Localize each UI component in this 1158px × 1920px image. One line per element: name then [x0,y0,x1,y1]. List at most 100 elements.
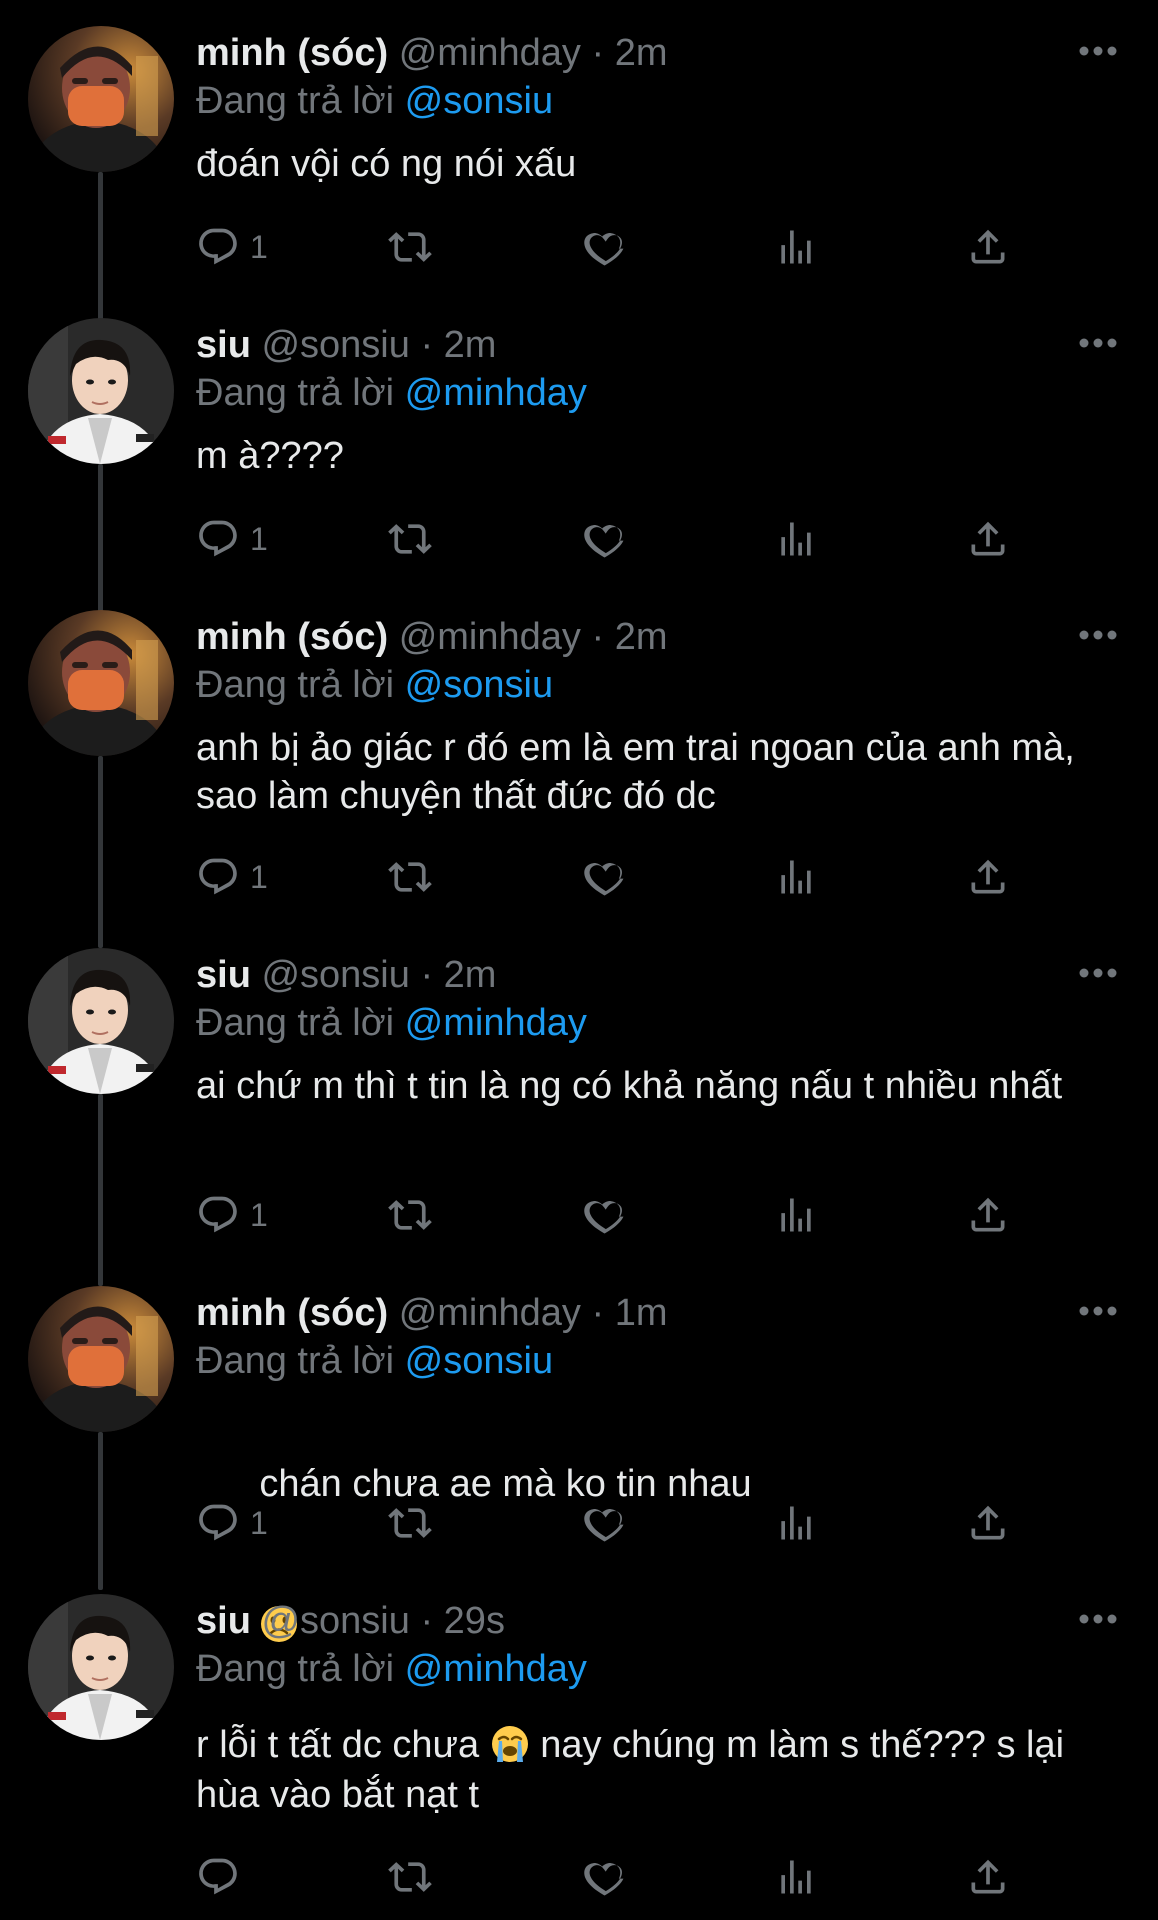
reply-button[interactable]: 1 [196,222,268,272]
share-button[interactable] [966,222,1010,272]
mention-link[interactable]: @minhday [405,1648,587,1690]
like-button[interactable] [582,1498,626,1548]
tweet-header: minh (sóc) @minhday · 2m [196,30,667,76]
tweet[interactable]: siu @sonsiu · 2m Đang trả lời @minhday m… [0,292,1158,584]
share-button[interactable] [966,514,1010,564]
like-button[interactable] [582,514,626,564]
display-name[interactable]: minh (sóc) [196,32,388,74]
siu-avatar-image [28,1594,174,1740]
reply-count: 1 [250,520,268,557]
retweet-button[interactable] [388,1498,432,1548]
retweet-icon [388,1508,432,1538]
views-button[interactable] [774,852,818,902]
retweet-button[interactable] [388,852,432,902]
mention-link[interactable]: @sonsiu [405,80,553,122]
retweet-icon [388,524,432,554]
reply-button[interactable] [196,1852,250,1902]
timestamp[interactable]: 2m [615,616,668,658]
mention-link[interactable]: @sonsiu [405,664,553,706]
more-options-icon[interactable] [1078,966,1118,980]
share-icon [971,1197,1005,1232]
replying-to: Đang trả lời @sonsiu [196,662,553,708]
like-button[interactable] [582,222,626,272]
timestamp[interactable]: 1m [615,1292,668,1334]
views-button[interactable] [774,514,818,564]
user-handle[interactable]: @sonsiu [261,324,409,366]
reply-count: 1 [250,228,268,265]
like-button[interactable] [582,1190,626,1240]
user-handle[interactable]: @minhday [399,1292,581,1334]
timestamp[interactable]: 2m [615,32,668,74]
reply-icon [199,858,237,895]
replying-to: Đang trả lời @sonsiu [196,1338,553,1384]
tweet-header: siu @sonsiu · 29s [196,1598,505,1644]
tweet[interactable]: minh (sóc) @minhday · 2m Đang trả lời @s… [0,584,1158,922]
replying-to-label: Đang trả lời [196,1648,395,1690]
more-options-icon[interactable] [1078,628,1118,642]
display-name[interactable]: siu [196,324,251,366]
timestamp[interactable]: 29s [444,1600,505,1642]
reply-icon [199,1196,237,1233]
tweet[interactable]: siu @sonsiu · 2m Đang trả lời @minhday a… [0,922,1158,1260]
reply-icon [199,1858,237,1895]
like-button[interactable] [582,852,626,902]
user-handle[interactable]: @sonsiu [261,954,409,996]
more-options-icon[interactable] [1078,336,1118,350]
avatar[interactable] [28,318,174,464]
display-name[interactable]: siu [196,954,251,996]
tweet-actions: 1 [196,222,1096,272]
tweet[interactable]: minh (sóc) @minhday · 1m Đang trả lời @s… [0,1260,1158,1642]
display-name[interactable]: minh (sóc) [196,1292,388,1334]
reply-icon [199,520,237,557]
avatar[interactable] [28,26,174,172]
user-handle[interactable]: @minhday [399,32,581,74]
reply-button[interactable]: 1 [196,1498,268,1548]
user-handle[interactable]: @sonsiu [261,1600,409,1642]
share-icon [971,521,1005,556]
mention-link[interactable]: @minhday [405,1002,587,1044]
display-name[interactable]: minh (sóc) [196,616,388,658]
tweet[interactable]: siu @sonsiu · 29s Đang trả lời @minhday … [0,1568,1158,1920]
retweet-button[interactable] [388,1852,432,1902]
views-button[interactable] [774,1190,818,1240]
views-button[interactable] [774,1852,818,1902]
reply-count: 1 [250,1196,268,1233]
retweet-icon [388,1862,432,1892]
like-button[interactable] [582,1852,626,1902]
reply-button[interactable]: 1 [196,852,268,902]
mention-link[interactable]: @minhday [405,372,587,414]
retweet-button[interactable] [388,1190,432,1240]
share-button[interactable] [966,1852,1010,1902]
separator: · [591,1292,605,1334]
more-options-icon[interactable] [1078,44,1118,58]
retweet-button[interactable] [388,514,432,564]
siu-avatar-image [28,318,174,464]
timestamp[interactable]: 2m [444,954,497,996]
retweet-button[interactable] [388,222,432,272]
avatar[interactable] [28,948,174,1094]
timestamp[interactable]: 2m [444,324,497,366]
tweet-header: siu @sonsiu · 2m [196,952,496,998]
share-button[interactable] [966,1498,1010,1548]
reply-button[interactable]: 1 [196,514,268,564]
avatar[interactable] [28,1286,174,1432]
analytics-icon [781,1506,811,1540]
display-name[interactable]: siu [196,1600,251,1642]
replying-to: Đang trả lời @minhday [196,1000,587,1046]
views-button[interactable] [774,222,818,272]
more-options-icon[interactable] [1078,1612,1118,1626]
tweet-text-part: r lỗi t tất dc chưa [196,1724,480,1766]
analytics-icon [781,1198,811,1232]
avatar[interactable] [28,1594,174,1740]
tweet-header: minh (sóc) @minhday · 2m [196,614,667,660]
share-button[interactable] [966,852,1010,902]
mention-link[interactable]: @sonsiu [405,1340,553,1382]
more-options-icon[interactable] [1078,1304,1118,1318]
user-handle[interactable]: @minhday [399,616,581,658]
tweet-actions: 1 [196,514,1096,564]
reply-button[interactable]: 1 [196,1190,268,1240]
tweet[interactable]: minh (sóc) @minhday · 2m Đang trả lời @s… [0,0,1158,292]
views-button[interactable] [774,1498,818,1548]
avatar[interactable] [28,610,174,756]
share-button[interactable] [966,1190,1010,1240]
